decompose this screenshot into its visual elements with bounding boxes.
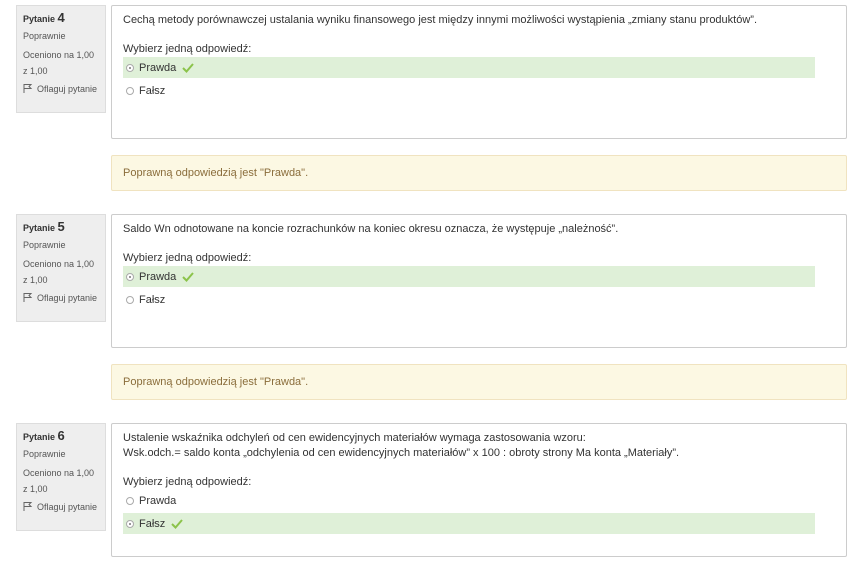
question-info-5: Pytanie 5 Poprawnie Oceniono na 1,00 z 1…	[16, 214, 106, 322]
radio-button[interactable]	[126, 63, 134, 72]
answer-option-label: Fałsz	[139, 517, 166, 530]
question-state: Poprawnie	[23, 31, 66, 41]
correct-check-icon	[182, 271, 195, 282]
answer-options: Prawda Fałsz	[123, 57, 835, 101]
answer-option-label: Fałsz	[139, 84, 166, 97]
answer-option-label: Fałsz	[139, 293, 166, 306]
flag-icon	[23, 502, 33, 511]
question-title: Pytanie 4	[23, 10, 99, 25]
answer-prompt: Wybierz jedną odpowiedź:	[123, 43, 252, 55]
answer-options: Prawda Fałsz	[123, 490, 835, 534]
question-state: Poprawnie	[23, 449, 66, 459]
question-content-4: Cechą metody porównawczej ustalania wyni…	[111, 5, 847, 139]
flag-question-label: Oflaguj pytanie	[37, 292, 98, 303]
answer-option-true[interactable]: Prawda	[123, 57, 815, 78]
flag-question-label: Oflaguj pytanie	[37, 501, 98, 512]
flag-icon	[23, 84, 33, 93]
question-number: 5	[57, 219, 65, 234]
flag-question-link[interactable]: Oflaguj pytanie	[23, 501, 99, 512]
flag-question-link[interactable]: Oflaguj pytanie	[23, 83, 99, 94]
flag-icon	[23, 293, 33, 302]
answer-prompt: Wybierz jedną odpowiedź:	[123, 252, 252, 264]
question-feedback-5: Poprawną odpowiedzią jest "Prawda".	[111, 364, 847, 400]
radio-button[interactable]	[126, 86, 134, 95]
answer-prompt: Wybierz jedną odpowiedź:	[123, 476, 252, 488]
question-grade: Oceniono na 1,00 z 1,00	[23, 468, 95, 494]
answer-option-label: Prawda	[139, 270, 177, 283]
question-label: Pytanie	[23, 223, 56, 233]
answer-option-false[interactable]: Fałsz	[123, 513, 815, 534]
answer-option-false[interactable]: Fałsz	[123, 289, 815, 310]
radio-button[interactable]	[126, 272, 134, 281]
answer-options: Prawda Fałsz	[123, 266, 835, 310]
answer-option-true[interactable]: Prawda	[123, 266, 815, 287]
question-number: 4	[57, 10, 65, 25]
question-feedback-4: Poprawną odpowiedzią jest "Prawda".	[111, 155, 847, 191]
flag-question-link[interactable]: Oflaguj pytanie	[23, 292, 99, 303]
question-grade: Oceniono na 1,00 z 1,00	[23, 50, 95, 76]
correct-check-icon	[171, 518, 184, 529]
question-info-4: Pytanie 4 Poprawnie Oceniono na 1,00 z 1…	[16, 5, 106, 113]
question-number: 6	[57, 428, 65, 443]
question-content-6: Ustalenie wskaźnika odchyleń od cen ewid…	[111, 423, 847, 557]
question-state: Poprawnie	[23, 240, 66, 250]
answer-option-label: Prawda	[139, 494, 177, 507]
question-text: Cechą metody porównawczej ustalania wyni…	[123, 14, 758, 26]
question-content-5: Saldo Wn odnotowane na koncie rozrachunk…	[111, 214, 847, 348]
correct-check-icon	[182, 62, 195, 73]
flag-question-label: Oflaguj pytanie	[37, 83, 98, 94]
question-formula: Wsk.odch.= saldo konta „odchylenia od ce…	[123, 447, 680, 459]
question-text: Ustalenie wskaźnika odchyleń od cen ewid…	[123, 432, 586, 444]
question-text: Saldo Wn odnotowane na koncie rozrachunk…	[123, 223, 619, 235]
answer-option-false[interactable]: Fałsz	[123, 80, 815, 101]
radio-button[interactable]	[126, 519, 134, 528]
radio-button[interactable]	[126, 496, 134, 505]
question-info-6: Pytanie 6 Poprawnie Oceniono na 1,00 z 1…	[16, 423, 106, 531]
question-title: Pytanie 6	[23, 428, 99, 443]
question-grade: Oceniono na 1,00 z 1,00	[23, 259, 95, 285]
question-label: Pytanie	[23, 14, 56, 24]
answer-option-true[interactable]: Prawda	[123, 490, 815, 511]
question-title: Pytanie 5	[23, 219, 99, 234]
answer-option-label: Prawda	[139, 61, 177, 74]
question-label: Pytanie	[23, 432, 56, 442]
radio-button[interactable]	[126, 295, 134, 304]
